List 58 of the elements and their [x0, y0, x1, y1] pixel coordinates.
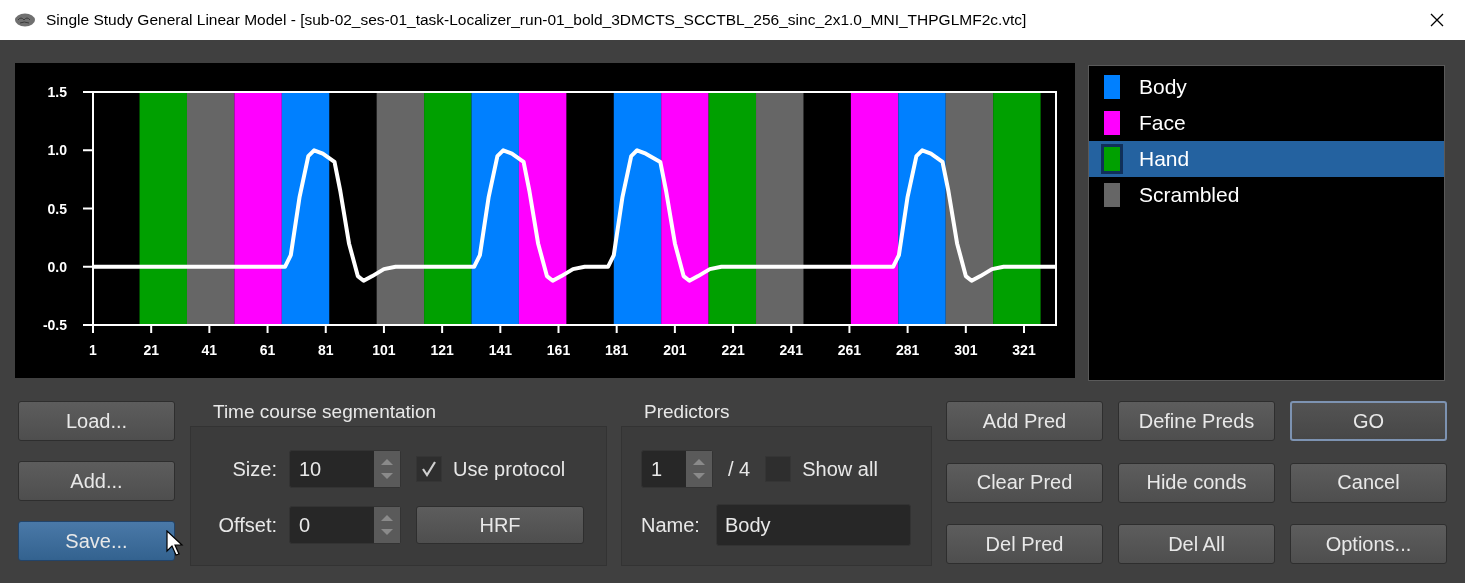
check-icon	[420, 460, 438, 478]
group-title: Time course segmentation	[212, 401, 438, 424]
tick-label: 41	[201, 342, 218, 358]
action-button[interactable]: GO	[1290, 401, 1447, 441]
tick-label: 161	[546, 342, 571, 358]
tick-label: 281	[895, 342, 920, 358]
window-title: Single Study General Linear Model - [sub-02_ses-01_task-Localizer_run-01_bold_3DMCTS_SCCTBL_256_sinc_2x1.0_MNI_THPGLMF2c.vtc]	[46, 11, 1028, 29]
legend-label: Hand	[1139, 147, 1190, 171]
tick-label: 241	[779, 342, 803, 358]
tick-label: 321	[1012, 342, 1036, 358]
action-button[interactable]: Hide conds	[1118, 462, 1275, 503]
legend-item[interactable]: Face	[1089, 105, 1444, 141]
field-label: Name:	[641, 513, 701, 537]
tick-label: 101	[372, 342, 396, 358]
legend-label: Face	[1139, 111, 1186, 135]
tick-label: 141	[488, 342, 512, 358]
tick-label: 0.5	[47, 200, 67, 217]
legend-item[interactable]: Scrambled	[1089, 177, 1444, 213]
action-button[interactable]: Cancel	[1290, 462, 1447, 503]
predictor-count: / 4	[728, 457, 751, 481]
action-button[interactable]: Del All	[1118, 524, 1275, 565]
field-label: Offset:	[217, 513, 277, 537]
tick-label: 261	[837, 342, 862, 358]
tick-label: 181	[605, 342, 629, 358]
file-button[interactable]: Save...	[18, 521, 175, 561]
action-button[interactable]: Clear Pred	[946, 462, 1103, 503]
action-button[interactable]: Options...	[1290, 524, 1447, 565]
legend-label: Body	[1139, 75, 1187, 99]
action-button[interactable]: Define Preds	[1118, 401, 1275, 441]
tick-label: 301	[954, 342, 978, 358]
action-button[interactable]: Add Pred	[946, 401, 1103, 441]
cursor-icon	[166, 530, 186, 556]
tick-label: 121	[430, 342, 454, 358]
field-label: Size:	[231, 457, 277, 481]
action-button[interactable]: Del Pred	[946, 524, 1103, 565]
tick-label: -0.5	[42, 317, 67, 333]
brain-icon	[14, 12, 36, 28]
tick-label: 21	[143, 342, 159, 358]
group-title: Predictors	[643, 401, 731, 424]
tick-label: 221	[721, 342, 745, 358]
tick-label: 0.0	[47, 258, 67, 275]
legend-item[interactable]: Hand	[1089, 141, 1444, 177]
tick-label: 1.0	[47, 142, 67, 159]
tick-label: 1	[89, 342, 97, 358]
file-button[interactable]: Add...	[18, 461, 175, 501]
file-button[interactable]: Load...	[18, 401, 175, 441]
close-icon[interactable]	[1429, 12, 1445, 28]
tick-label: 1.5	[47, 84, 67, 100]
tick-label: 81	[317, 342, 334, 358]
hrf-button[interactable]: HRF	[416, 506, 584, 544]
legend-label: Scrambled	[1139, 183, 1240, 207]
checkbox-label: Use protocol	[453, 457, 566, 481]
tick-label: 201	[663, 342, 687, 358]
checkbox[interactable]	[416, 456, 442, 482]
legend-item[interactable]: Body	[1089, 69, 1444, 105]
checkbox-label: Show all	[802, 457, 878, 481]
tick-label: 61	[259, 342, 276, 358]
name-field[interactable]: Body	[716, 504, 911, 546]
